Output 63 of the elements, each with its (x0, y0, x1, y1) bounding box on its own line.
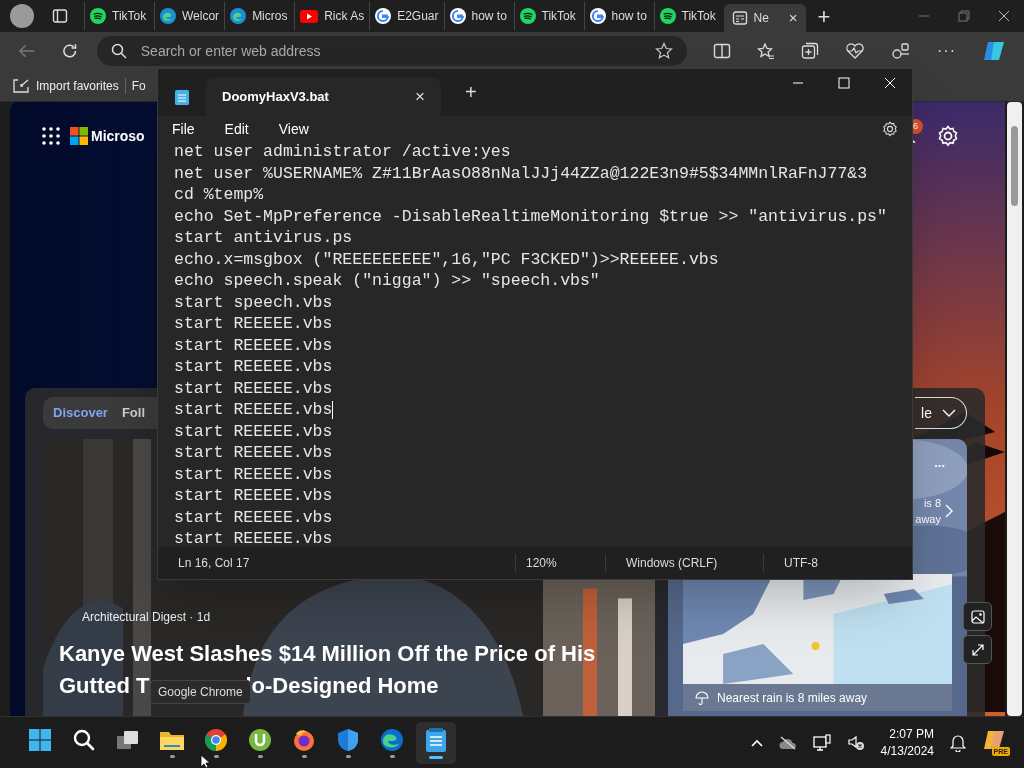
refresh-icon[interactable] (61, 42, 79, 60)
browser-tab[interactable]: TikTok (84, 2, 154, 30)
extensions-icon[interactable] (891, 42, 911, 60)
heartbeat-icon[interactable] (845, 42, 865, 60)
address-input[interactable]: Search or enter web address (140, 40, 655, 62)
browser-tab[interactable]: Welcor (154, 2, 225, 30)
taskbar-button[interactable] (416, 721, 456, 764)
search-icon (110, 43, 127, 59)
browser-tab[interactable]: TikTok (653, 2, 724, 30)
close-icon[interactable] (998, 10, 1010, 22)
bell-icon[interactable] (950, 733, 966, 752)
new-tab-button[interactable]: + (465, 77, 477, 107)
address-bar[interactable]: Search or enter web address (96, 36, 687, 66)
search-icon[interactable] (72, 727, 96, 752)
browser-tab[interactable]: E2Guar (369, 2, 444, 30)
firefox-icon[interactable] (292, 727, 316, 752)
google-icon (375, 8, 392, 24)
spotify-icon (659, 8, 676, 24)
browser-tab[interactable]: how to (443, 2, 514, 30)
new-tab-button[interactable]: + (817, 0, 831, 33)
profile-avatar[interactable] (10, 4, 34, 28)
news-icon (731, 10, 748, 26)
more-button[interactable]: ··· (937, 39, 956, 63)
browser-tab[interactable]: Micros (224, 2, 295, 30)
edge-icon[interactable] (380, 727, 404, 752)
clock[interactable]: 2:07 PM 4/13/2024 (880, 725, 934, 760)
notepad-icon (174, 87, 190, 106)
edge-icon (230, 8, 247, 24)
favorites-link[interactable]: Import favorites (36, 76, 119, 95)
restore-icon[interactable] (958, 10, 970, 22)
scrollbar[interactable] (1007, 102, 1022, 716)
windows-start-icon[interactable] (28, 727, 52, 752)
browser-tab[interactable]: TikTok (513, 2, 584, 30)
chevron-up-icon[interactable] (750, 738, 763, 747)
browser-tab[interactable]: how to (583, 2, 654, 30)
speaker-muted-icon[interactable] (846, 734, 865, 751)
chrome-icon[interactable] (204, 727, 228, 752)
torrent-icon[interactable] (248, 727, 272, 752)
split-screen-icon[interactable] (713, 42, 731, 60)
spotify-icon (519, 8, 536, 24)
copilot-icon[interactable] (982, 729, 1006, 752)
mouse-cursor-icon (200, 754, 212, 768)
browser-tab[interactable]: Rick As (294, 2, 370, 30)
close-tab-button[interactable]: × (788, 6, 798, 30)
favorites-icon[interactable] (757, 42, 775, 60)
import-icon (12, 77, 30, 94)
collections-icon[interactable] (801, 42, 819, 60)
maximize-icon[interactable] (838, 77, 850, 89)
star-icon[interactable] (655, 42, 673, 60)
google-icon (449, 8, 466, 24)
back-icon[interactable] (18, 43, 36, 59)
cloud-off-icon[interactable] (778, 735, 797, 750)
network-icon[interactable] (812, 733, 831, 752)
edge-icon (160, 8, 176, 24)
tab-actions-icon[interactable] (52, 8, 68, 24)
spotify-icon (90, 8, 106, 24)
favorites-link[interactable]: Fo (131, 76, 146, 95)
notepad-icon[interactable] (425, 726, 447, 753)
google-icon (589, 8, 606, 24)
copilot-icon[interactable] (982, 40, 1006, 62)
play-icon (300, 9, 319, 23)
shield-icon[interactable] (337, 727, 359, 752)
browser-tab[interactable]: Ne × (723, 4, 806, 32)
